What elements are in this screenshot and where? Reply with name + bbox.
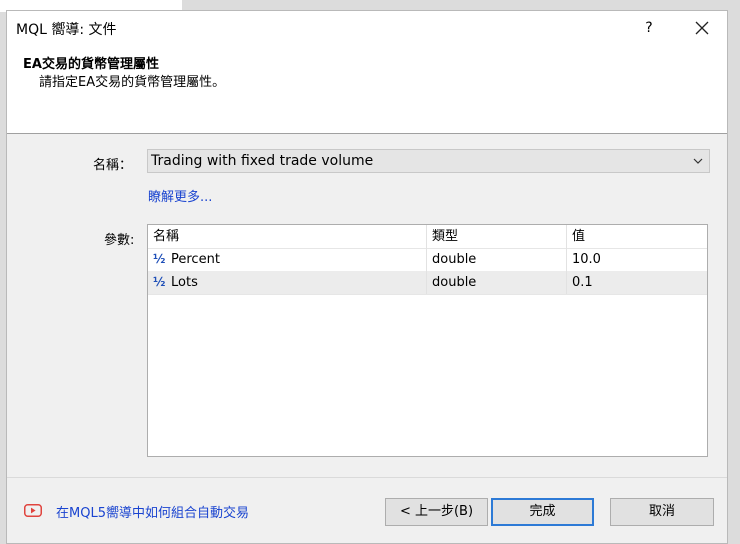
param-name-cell[interactable]: ½ Lots — [148, 271, 427, 294]
chevron-down-icon — [693, 158, 703, 164]
double-type-icon: ½ — [153, 252, 166, 266]
close-button[interactable] — [679, 12, 725, 44]
name-label: 名稱： — [93, 158, 133, 173]
learn-more-link[interactable]: 瞭解更多... — [148, 186, 212, 205]
param-type-cell: double — [427, 248, 567, 271]
param-value-cell[interactable]: 10.0 — [567, 248, 707, 271]
param-value-cell[interactable]: 0.1 — [567, 271, 707, 294]
close-icon — [695, 21, 709, 35]
page-title: EA交易的貨幣管理屬性 — [23, 57, 159, 72]
cancel-button[interactable]: 取消 — [610, 498, 714, 526]
window-title: MQL 嚮導: 文件 — [16, 22, 117, 38]
help-button[interactable]: ? — [629, 12, 669, 44]
param-type-cell: double — [427, 271, 567, 294]
table-row[interactable]: ½ Lots double 0.1 — [148, 271, 707, 295]
column-header-type[interactable]: 類型 — [427, 225, 567, 248]
column-header-value[interactable]: 值 — [567, 225, 707, 248]
column-header-name[interactable]: 名稱 — [148, 225, 427, 248]
finish-button[interactable]: 完成 — [491, 498, 594, 526]
title-bar: MQL 嚮導: 文件 ? — [7, 11, 727, 45]
video-tutorial-link[interactable]: 在MQL5嚮導中如何組合自動交易 — [56, 502, 249, 521]
back-button[interactable]: < 上一步(B) — [385, 498, 488, 526]
wizard-dialog: MQL 嚮導: 文件 ? EA交易的貨幣管理屬性 請指定EA交易的貨幣管理屬性。… — [6, 10, 728, 544]
param-name: Percent — [171, 252, 220, 267]
money-management-select-value: Trading with fixed trade volume — [151, 153, 374, 169]
page-subtitle: 請指定EA交易的貨幣管理屬性。 — [39, 75, 226, 90]
footer-divider — [7, 477, 727, 478]
param-name: Lots — [171, 275, 198, 290]
params-table[interactable]: 名稱 類型 值 ½ Percent double 10.0 ½ Lots doubl… — [147, 224, 708, 457]
params-table-header: 名稱 類型 值 — [148, 225, 707, 249]
params-label: 參數: — [104, 233, 135, 248]
page-header: EA交易的貨幣管理屬性 請指定EA交易的貨幣管理屬性。 — [7, 45, 727, 134]
money-management-select[interactable]: Trading with fixed trade volume — [147, 149, 710, 173]
param-name-cell[interactable]: ½ Percent — [148, 248, 427, 271]
table-row[interactable]: ½ Percent double 10.0 — [148, 248, 707, 272]
youtube-icon — [24, 504, 42, 517]
double-type-icon: ½ — [153, 275, 166, 289]
